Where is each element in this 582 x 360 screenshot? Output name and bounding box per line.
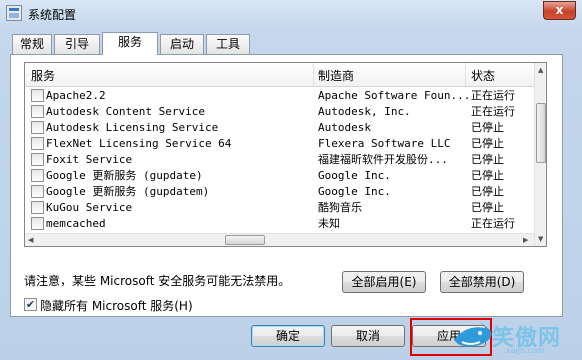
service-name: memcached — [46, 217, 106, 230]
tab-startup[interactable]: 启动 — [160, 34, 204, 54]
service-row[interactable]: memcached 未知 正在运行 — [25, 216, 534, 232]
scroll-up-icon[interactable]: ▲ — [538, 66, 543, 74]
service-status: 已停止 — [471, 169, 504, 182]
service-row[interactable]: Foxit Service 福建福昕软件开发股份... 已停止 — [25, 152, 534, 168]
vertical-scrollbar[interactable]: ▲ ▼ — [534, 63, 546, 246]
service-status: 已停止 — [471, 153, 504, 166]
service-status: 已停止 — [471, 121, 504, 134]
disable-all-button[interactable]: 全部禁用(D) — [440, 271, 524, 293]
service-maker: 酷狗音乐 — [318, 201, 362, 214]
service-row[interactable]: FlexNet Licensing Service 64 Flexera Soft… — [25, 136, 534, 152]
cancel-button[interactable]: 取消 — [331, 325, 405, 347]
service-name: Google 更新服务 (gupdatem) — [46, 185, 210, 198]
service-maker: Apache Software Foun... — [318, 89, 468, 102]
service-checkbox[interactable] — [31, 169, 44, 182]
service-status: 已停止 — [471, 185, 504, 198]
scroll-thumb[interactable] — [536, 103, 546, 163]
service-name: FlexNet Licensing Service 64 — [46, 137, 232, 150]
column-header-service[interactable]: 服务 — [31, 67, 55, 84]
tab-tools[interactable]: 工具 — [206, 34, 250, 54]
services-list[interactable]: 服务 制造商 状态 Apache2.2 Apache Software Foun.… — [24, 62, 547, 247]
service-row[interactable]: Google 更新服务 (gupdate) Google Inc. 已停止 — [25, 168, 534, 184]
watermark-sub: xajjn.com — [506, 346, 545, 355]
service-checkbox[interactable] — [31, 89, 44, 102]
close-button[interactable]: x — [543, 1, 576, 20]
service-maker: Google Inc. — [318, 169, 391, 182]
scroll-right-icon[interactable]: ▶ — [523, 236, 528, 244]
service-maker: Autodesk — [318, 121, 371, 134]
app-icon — [6, 5, 22, 21]
enable-all-button[interactable]: 全部启用(E) — [342, 271, 426, 293]
ok-button[interactable]: 确定 — [251, 325, 325, 347]
service-row[interactable]: Google 更新服务 (gupdatem) Google Inc. 已停止 — [25, 184, 534, 200]
service-name: KuGou Service — [46, 201, 133, 214]
service-status: 已停止 — [471, 201, 504, 214]
service-status: 正在运行 — [471, 89, 515, 102]
horizontal-scrollbar[interactable]: ◀ ▶ — [25, 233, 534, 246]
hscroll-thumb[interactable] — [225, 235, 265, 245]
service-name: Google 更新服务 (gupdate) — [46, 169, 203, 182]
service-row[interactable]: Autodesk Licensing Service Autodesk 已停止 — [25, 120, 534, 136]
watermark: 笑傲网 xajjn.com — [450, 318, 580, 360]
service-name: Autodesk Licensing Service — [46, 121, 219, 134]
service-status: 正在运行 — [471, 217, 515, 230]
tab-services[interactable]: 服务 — [102, 32, 158, 55]
service-checkbox[interactable] — [31, 185, 44, 198]
notice-text: 请注意，某些 Microsoft 安全服务可能无法禁用。 — [24, 274, 291, 288]
title-bar[interactable]: 系统配置 x — [0, 0, 582, 28]
service-maker: 福建福昕软件开发股份... — [318, 153, 448, 166]
scroll-left-icon[interactable]: ◀ — [28, 236, 33, 244]
service-checkbox[interactable] — [31, 105, 44, 118]
service-row[interactable]: Apache2.2 Apache Software Foun... 正在运行 — [25, 88, 534, 104]
service-name: Apache2.2 — [46, 89, 106, 102]
hide-ms-label: 隐藏所有 Microsoft 服务(H) — [40, 299, 193, 313]
service-checkbox[interactable] — [31, 153, 44, 166]
service-row[interactable]: KuGou Service 酷狗音乐 已停止 — [25, 200, 534, 216]
window-title: 系统配置 — [28, 8, 77, 22]
service-maker: Google Inc. — [318, 185, 391, 198]
service-checkbox[interactable] — [31, 121, 44, 134]
column-header-status[interactable]: 状态 — [471, 67, 495, 84]
service-row[interactable]: Autodesk Content Service Autodesk, Inc. 正在… — [25, 104, 534, 120]
service-name: Autodesk Content Service — [46, 105, 205, 118]
list-header: 服务 制造商 状态 — [25, 63, 534, 87]
service-checkbox[interactable] — [31, 137, 44, 150]
service-maker: Autodesk, Inc. — [318, 105, 411, 118]
column-header-maker[interactable]: 制造商 — [318, 67, 354, 84]
shark-logo-icon — [454, 322, 492, 347]
service-checkbox[interactable] — [31, 201, 44, 214]
service-status: 已停止 — [471, 137, 504, 150]
scroll-down-icon[interactable]: ▼ — [538, 235, 543, 243]
hide-ms-checkbox[interactable]: ✔ — [24, 298, 37, 311]
tab-general[interactable]: 常规 — [12, 34, 52, 54]
service-status: 正在运行 — [471, 105, 515, 118]
service-maker: 未知 — [318, 217, 340, 230]
service-name: Foxit Service — [46, 153, 133, 166]
service-maker: Flexera Software LLC — [318, 137, 451, 150]
system-config-window: 系统配置 x 常规 引导 服务 启动 工具 服务 制造商 状态 Apache2.… — [0, 0, 582, 360]
service-checkbox[interactable] — [31, 217, 44, 230]
tab-boot[interactable]: 引导 — [54, 34, 100, 54]
